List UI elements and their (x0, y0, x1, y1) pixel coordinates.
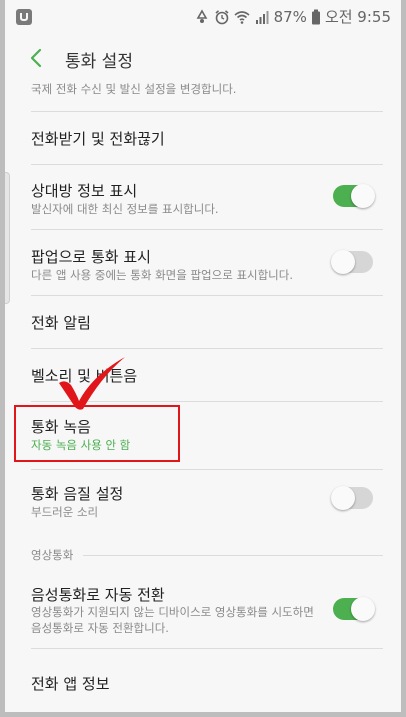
auto-switch-toggle[interactable] (333, 597, 375, 621)
list-item-call-alerts[interactable]: 전화 알림 (5, 296, 401, 348)
caller-info-toggle[interactable] (333, 184, 375, 208)
item-title: 팝업으로 통화 표시 (31, 248, 151, 266)
toggle-knob (351, 184, 375, 208)
toggle-knob (331, 486, 355, 510)
item-title: 음성통화로 자동 전환 (31, 586, 165, 604)
status-bar: 87% 오전 9:55 (5, 0, 401, 34)
highlight-box (14, 405, 180, 462)
item-subtitle: 발신자에 대한 최신 정보를 표시합니다. (31, 202, 219, 216)
list-item-caller-info[interactable]: 상대방 정보 표시 발신자에 대한 최신 정보를 표시합니다. (5, 165, 401, 229)
item-subtitle: 다른 앱 사용 중에는 통화 화면을 팝업으로 표시합니다. (31, 268, 294, 282)
alarm-icon (215, 9, 229, 24)
app-notification-icon (16, 9, 32, 25)
list-item-answer-end-calls[interactable]: 전화받기 및 전화끊기 (5, 112, 401, 164)
phone-screen: 87% 오전 9:55 통화 설정 국제 전화 수신 및 발신 설정을 변경합니… (5, 0, 401, 712)
list-item-phone-app-info[interactable]: 전화 앱 정보 (5, 649, 401, 709)
toggle-knob (351, 597, 375, 621)
item-title: 전화받기 및 전화끊기 (31, 130, 165, 148)
page-title: 통화 설정 (65, 52, 133, 72)
section-divider (83, 555, 383, 556)
app-header: 통화 설정 (5, 34, 401, 84)
signal-icon (255, 10, 269, 24)
battery-icon (311, 9, 320, 24)
item-subtitle-line1: 영상통화가 지원되지 않는 디바이스로 영상통화를 시도하면 (31, 605, 314, 619)
call-quality-toggle[interactable] (331, 486, 373, 510)
checkmark-icon (59, 357, 125, 410)
item-title: 전화 앱 정보 (31, 675, 110, 693)
status-icons: 87% 오전 9:55 (194, 6, 391, 27)
clock: 오전 9:55 (324, 8, 391, 26)
item-title: 전화 알림 (31, 314, 91, 332)
item-subtitle-line2: 음성통화로 자동 전환합니다. (31, 621, 169, 635)
list-item-auto-switch-voice[interactable]: 음성통화로 자동 전환 영상통화가 지원되지 않는 디바이스로 영상통화를 시도… (5, 572, 401, 644)
popup-call-toggle[interactable] (331, 250, 373, 274)
back-arrow-icon[interactable] (25, 46, 49, 70)
recycle-icon (196, 8, 207, 23)
section-title-video-call: 영상통화 (31, 548, 74, 562)
toggle-knob (331, 250, 355, 274)
list-item-international-call[interactable]: 국제 전화 수신 및 발신 설정을 변경합니다. (5, 82, 401, 100)
item-subtitle: 국제 전화 수신 및 발신 설정을 변경합니다. (31, 82, 237, 96)
battery-percent: 87% (273, 7, 307, 26)
item-subtitle: 부드러운 소리 (31, 505, 99, 519)
wifi-icon (234, 10, 250, 24)
item-title: 통화 음질 설정 (31, 485, 124, 503)
list-item-popup-call[interactable]: 팝업으로 통화 표시 다른 앱 사용 중에는 통화 화면을 팝업으로 표시합니다… (5, 230, 401, 294)
item-title: 상대방 정보 표시 (31, 182, 138, 200)
list-item-call-quality[interactable]: 통화 음질 설정 부드러운 소리 (5, 470, 401, 534)
